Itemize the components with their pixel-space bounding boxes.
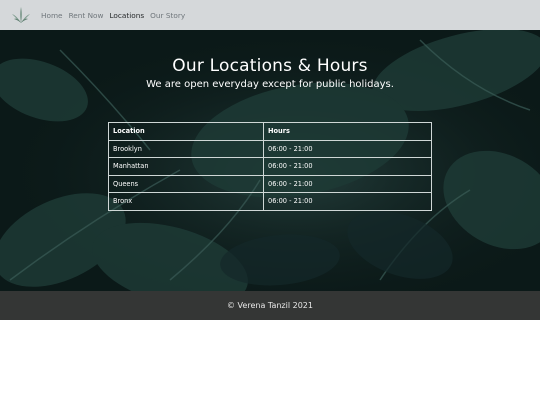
hours-cell: 06:00 - 21:00: [263, 192, 432, 211]
location-cell: Brooklyn: [108, 139, 264, 158]
table-row: Bronx 06:00 - 21:00: [108, 192, 432, 211]
nav-link-home[interactable]: Home: [41, 11, 63, 20]
table-row: Brooklyn 06:00 - 21:00: [108, 139, 432, 158]
nav-link-rent-now[interactable]: Rent Now: [69, 11, 104, 20]
navbar: Home Rent Now Locations Our Story: [0, 0, 540, 30]
nav-link-locations[interactable]: Locations: [110, 11, 145, 20]
hero-section: Our Locations & Hours We are open everyd…: [0, 30, 540, 291]
location-cell: Manhattan: [108, 157, 264, 176]
footer-copyright: © Verena Tanzil 2021: [227, 301, 313, 310]
column-header-location: Location: [108, 122, 264, 141]
nav-link-our-story[interactable]: Our Story: [150, 11, 185, 20]
location-cell: Bronx: [108, 192, 264, 211]
footer: © Verena Tanzil 2021: [0, 291, 540, 320]
column-header-hours: Hours: [263, 122, 432, 141]
hours-cell: 06:00 - 21:00: [263, 157, 432, 176]
page-subtitle: We are open everyday except for public h…: [146, 79, 394, 90]
table-row: Manhattan 06:00 - 21:00: [108, 157, 432, 176]
page-title: Our Locations & Hours: [172, 56, 368, 76]
leaf-plant-icon[interactable]: [11, 6, 31, 24]
table-row: Queens 06:00 - 21:00: [108, 174, 432, 193]
location-cell: Queens: [108, 174, 264, 193]
locations-hours-table: Location Hours Brooklyn 06:00 - 21:00 Ma…: [108, 122, 432, 211]
table-header-row: Location Hours: [108, 122, 432, 141]
hours-cell: 06:00 - 21:00: [263, 174, 432, 193]
hours-cell: 06:00 - 21:00: [263, 139, 432, 158]
